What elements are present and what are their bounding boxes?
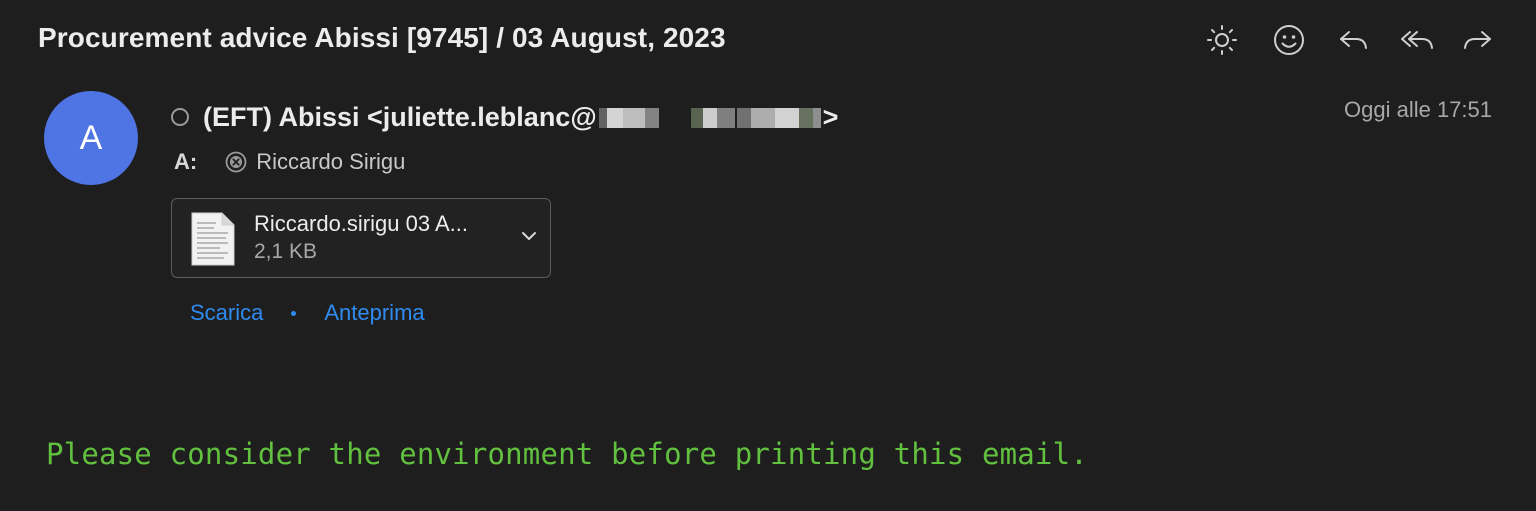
document-icon xyxy=(191,212,235,266)
forward-icon xyxy=(1464,31,1491,49)
attachment-card[interactable]: Riccardo.sirigu 03 A... 2,1 KB xyxy=(171,198,551,278)
emoji-icon xyxy=(1274,25,1304,55)
footer-note: Please consider the environment before p… xyxy=(46,437,1088,471)
download-link[interactable]: Scarica xyxy=(190,300,263,326)
sender-name[interactable]: (EFT) Abissi <juliette.leblanc@ > xyxy=(203,102,838,133)
sender-row: (EFT) Abissi <juliette.leblanc@ > xyxy=(171,98,838,136)
reply-button[interactable] xyxy=(1331,20,1375,60)
message-date: Oggi alle 17:51 xyxy=(1344,97,1492,122)
chevron-down-icon[interactable] xyxy=(520,227,538,245)
to-row: A: Riccardo Sirigu xyxy=(174,147,405,177)
avatar-letter: A xyxy=(79,118,103,157)
to-label: A: xyxy=(174,149,198,174)
sender-avatar: A xyxy=(44,91,138,185)
recipient-name[interactable]: Riccardo Sirigu xyxy=(256,149,405,175)
preview-link[interactable]: Anteprima xyxy=(324,300,424,326)
brightness-button[interactable] xyxy=(1200,20,1244,60)
emoji-button[interactable] xyxy=(1267,20,1311,60)
sender-address: (EFT) Abissi <juliette.leblanc@ xyxy=(203,101,597,132)
brightness-icon xyxy=(1207,25,1237,55)
forward-button[interactable] xyxy=(1456,20,1500,60)
status-circle-icon xyxy=(171,108,189,126)
redacted-block xyxy=(598,107,821,128)
remove-recipient-icon[interactable] xyxy=(225,151,247,173)
email-subject: Procurement advice Abissi [9745] / 03 Au… xyxy=(38,22,726,53)
reply-all-icon xyxy=(1401,31,1433,49)
reply-icon xyxy=(1340,31,1367,49)
message-toolbar xyxy=(1200,20,1500,60)
separator-dot xyxy=(291,310,297,316)
attachment-size: 2,1 KB xyxy=(254,240,318,263)
attachment-filename: Riccardo.sirigu 03 A... xyxy=(254,211,468,236)
attachment-actions: Scarica Anteprima xyxy=(190,300,425,326)
sender-address-tail: > xyxy=(822,101,839,132)
reply-all-button[interactable] xyxy=(1395,20,1439,60)
